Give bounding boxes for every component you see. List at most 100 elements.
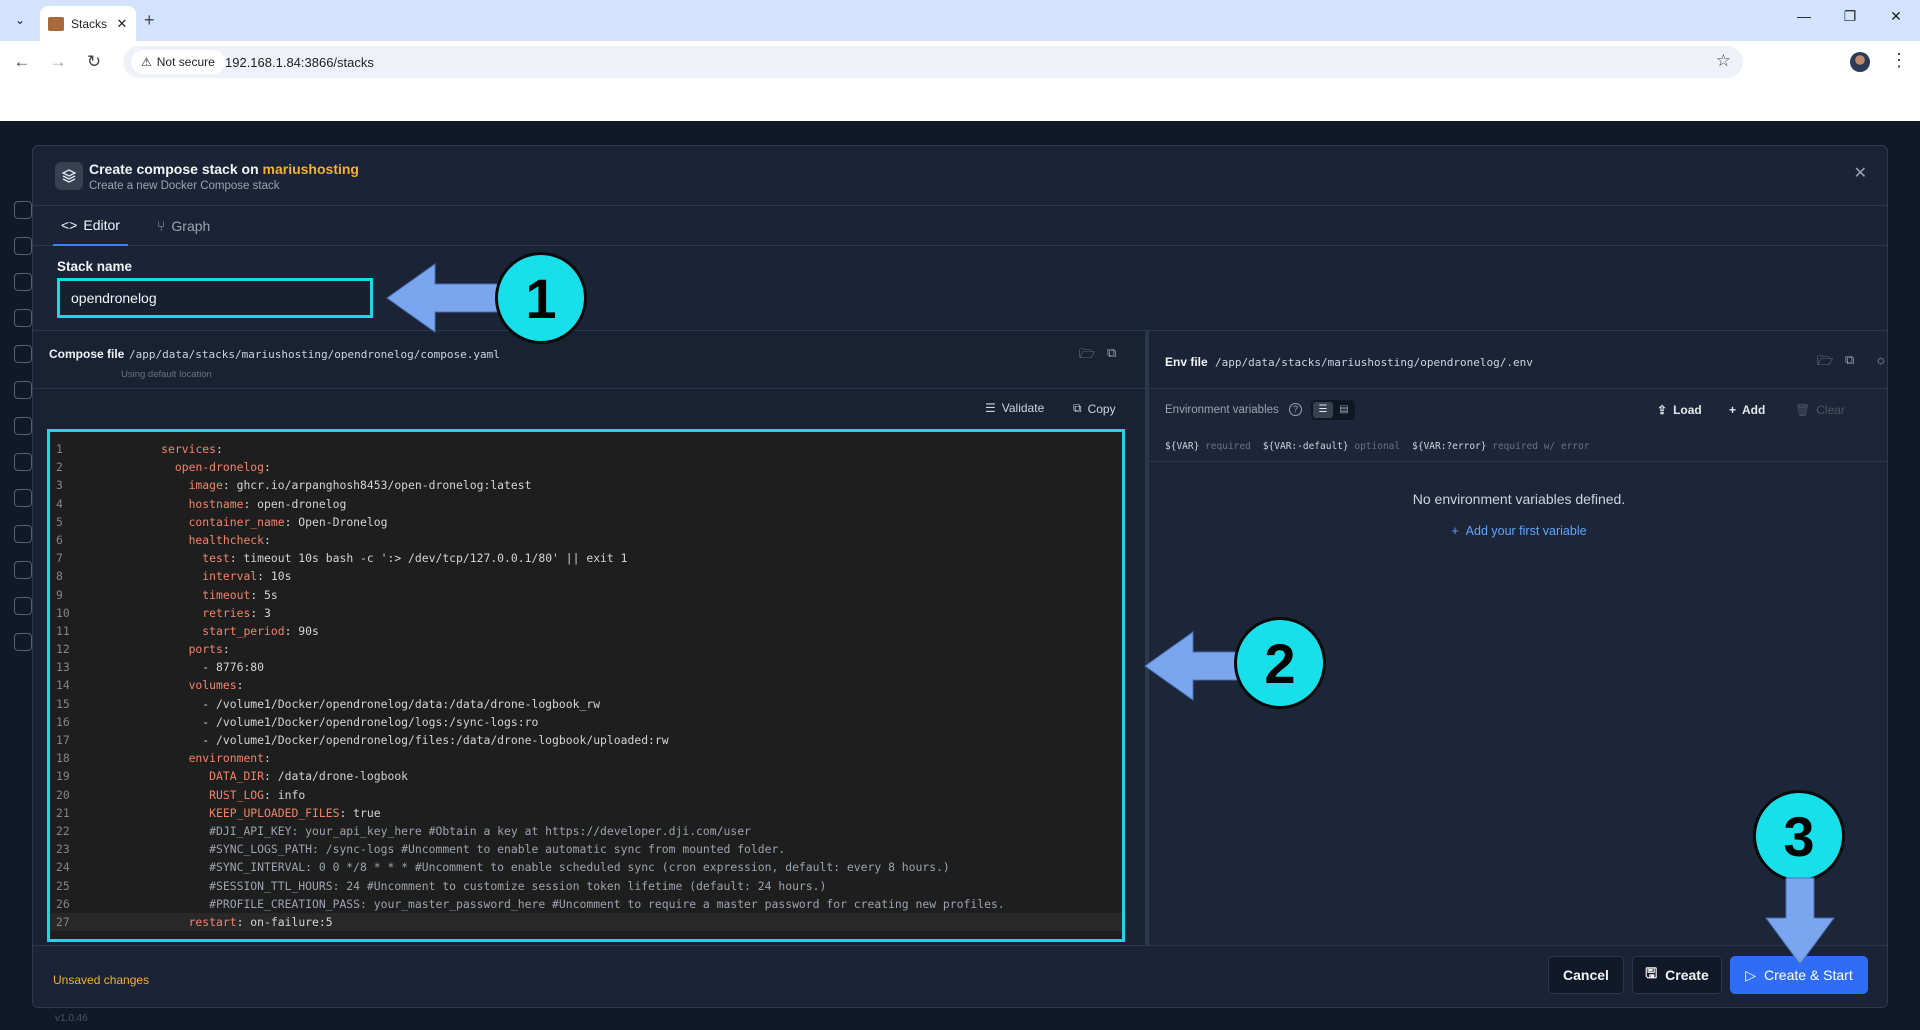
- code-line[interactable]: 5 container_name: Open-Dronelog: [50, 513, 1122, 531]
- reload-icon[interactable]: ↻: [82, 51, 106, 75]
- code-line[interactable]: 23 #SYNC_LOGS_PATH: /sync-logs #Uncommen…: [50, 840, 1122, 858]
- networks-icon[interactable]: [14, 453, 32, 471]
- code-line[interactable]: 14 volumes:: [50, 676, 1122, 694]
- line-text: - /volume1/Docker/opendronelog/files:/da…: [202, 733, 669, 747]
- code-line[interactable]: 24 #SYNC_INTERVAL: 0 0 */8 * * * #Uncomm…: [50, 858, 1122, 876]
- forward-arrow-icon[interactable]: →: [46, 51, 70, 75]
- activity-icon[interactable]: [14, 561, 32, 579]
- code-line[interactable]: 25 #SESSION_TTL_HOURS: 24 #Uncomment to …: [50, 877, 1122, 895]
- line-text: restart: on-failure:5: [188, 914, 333, 929]
- code-line[interactable]: 6 healthcheck:: [50, 531, 1122, 549]
- code-line[interactable]: 21 KEEP_UPLOADED_FILES: true: [50, 804, 1122, 822]
- clear-button[interactable]: 🗑 Clear: [1795, 403, 1845, 417]
- settings-icon[interactable]: ☼: [1875, 352, 1887, 367]
- stack-name-input[interactable]: opendronelog: [57, 278, 373, 318]
- copy-path-icon[interactable]: ⧉: [1107, 345, 1116, 361]
- profile-avatar[interactable]: [1850, 52, 1870, 72]
- code-line[interactable]: 18 environment:: [50, 749, 1122, 767]
- terminal-icon[interactable]: [14, 309, 32, 327]
- trash-icon: 🗑: [1795, 403, 1811, 417]
- help-icon[interactable]: ?: [1289, 403, 1302, 416]
- code-line[interactable]: 10 retries: 3: [50, 604, 1122, 622]
- line-number: 14: [56, 678, 70, 693]
- add-button[interactable]: + Add: [1729, 403, 1765, 417]
- not-secure-chip[interactable]: ⚠ Not secure: [131, 50, 225, 74]
- line-number: 10: [56, 605, 70, 620]
- code-line[interactable]: 4 hostname: open-dronelog: [50, 495, 1122, 513]
- create-button[interactable]: 🖫 Create: [1632, 956, 1722, 994]
- line-number: 18: [56, 751, 70, 766]
- code-line[interactable]: 27 restart: on-failure:5: [50, 912, 1122, 932]
- tab-editor[interactable]: <> Editor: [53, 206, 128, 246]
- env-file-path: /app/data/stacks/mariushosting/opendrone…: [1215, 356, 1533, 369]
- upload-icon: ⇪: [1657, 403, 1668, 417]
- line-number: 15: [56, 696, 70, 711]
- compose-code-editor[interactable]: 1 services: 2 open-dronelog: 3 image: ghcr…: [47, 429, 1125, 942]
- code-line[interactable]: 8 interval: 10s: [50, 567, 1122, 585]
- line-text: services:: [161, 442, 223, 456]
- file-view-icon[interactable]: ▤: [1335, 402, 1353, 418]
- code-line[interactable]: 1 services:: [50, 440, 1122, 458]
- line-number: 25: [56, 878, 70, 893]
- bookmark-star-icon[interactable]: ☆: [1716, 51, 1731, 71]
- code-line[interactable]: 7 test: timeout 10s bash -c ':> /dev/tcp…: [50, 549, 1122, 567]
- dashboard-icon[interactable]: [14, 201, 32, 219]
- line-text: test: timeout 10s bash -c ':> /dev/tcp/1…: [202, 551, 628, 566]
- modal-footer: Unsaved changes Cancel 🖫 Create ▷ Create…: [33, 945, 1887, 1007]
- timer-icon[interactable]: [14, 597, 32, 615]
- compose-file-header: Compose file /app/data/stacks/mariushost…: [33, 331, 1145, 389]
- validate-button[interactable]: ☰ Validate: [985, 401, 1044, 415]
- code-line[interactable]: 11 start_period: 90s: [50, 622, 1122, 640]
- code-line[interactable]: 20 RUST_LOG: info: [50, 786, 1122, 804]
- containers-icon[interactable]: [14, 237, 32, 255]
- code-line[interactable]: 12 ports:: [50, 640, 1122, 658]
- line-text: timeout: 5s: [202, 587, 278, 602]
- open-folder-icon[interactable]: 🗁: [1817, 352, 1833, 374]
- copy-button[interactable]: ⧉ Copy: [1073, 401, 1116, 416]
- line-number: 16: [56, 714, 70, 729]
- add-first-variable-link[interactable]: + Add your first variable: [1149, 524, 1887, 538]
- download-icon[interactable]: [14, 525, 32, 543]
- modal-close-icon[interactable]: ✕: [1854, 163, 1867, 183]
- code-line[interactable]: 22 #DJI_API_KEY: your_api_key_here #Obta…: [50, 822, 1122, 840]
- line-text: - /volume1/Docker/opendronelog/logs:/syn…: [202, 714, 539, 729]
- list-view-icon[interactable]: ☰: [1313, 402, 1333, 418]
- stacks-icon[interactable]: [14, 345, 32, 363]
- line-text: retries: 3: [202, 605, 271, 620]
- volumes-icon[interactable]: [14, 417, 32, 435]
- line-text: KEEP_UPLOADED_FILES: true: [209, 805, 381, 820]
- window-close-button[interactable]: ✕: [1884, 8, 1908, 25]
- copy-path-icon[interactable]: ⧉: [1845, 352, 1854, 368]
- code-line[interactable]: 2 open-dronelog:: [50, 458, 1122, 476]
- line-number: 2: [56, 460, 63, 475]
- omnibox[interactable]: ⚠ Not secure 192.168.1.84:3866/stacks ☆: [123, 46, 1743, 78]
- minimize-button[interactable]: —: [1792, 8, 1816, 24]
- line-text: #SESSION_TTL_HOURS: 24 #Uncomment to cus…: [209, 878, 827, 893]
- view-toggle[interactable]: ☰ ▤: [1311, 400, 1355, 420]
- browser-tab[interactable]: Stacks ✕: [40, 6, 136, 41]
- code-line[interactable]: 13 - 8776:80: [50, 658, 1122, 676]
- back-arrow-icon[interactable]: ←: [10, 51, 34, 75]
- logs-icon[interactable]: [14, 273, 32, 291]
- new-tab-button[interactable]: +: [144, 10, 155, 31]
- cancel-button[interactable]: Cancel: [1548, 956, 1624, 994]
- code-line[interactable]: 3 image: ghcr.io/arpanghosh8453/open-dro…: [50, 476, 1122, 494]
- code-line[interactable]: 9 timeout: 5s: [50, 586, 1122, 604]
- images-icon[interactable]: [14, 381, 32, 399]
- code-line[interactable]: 19 DATA_DIR: /data/drone-logbook: [50, 767, 1122, 785]
- tab-close-icon[interactable]: ✕: [114, 16, 130, 32]
- open-folder-icon[interactable]: 🗁: [1079, 345, 1095, 367]
- restore-button[interactable]: ❐: [1838, 8, 1862, 25]
- settings-gear-icon[interactable]: [14, 633, 32, 651]
- library-icon[interactable]: [14, 489, 32, 507]
- tab-search-chevron-icon[interactable]: ⌄: [8, 8, 32, 32]
- code-line[interactable]: 16 - /volume1/Docker/opendronelog/logs:/…: [50, 713, 1122, 731]
- line-text: open-dronelog:: [174, 460, 271, 475]
- code-line[interactable]: 17 - /volume1/Docker/opendronelog/files:…: [50, 731, 1122, 749]
- tab-graph[interactable]: ⑂ Graph: [149, 206, 218, 246]
- code-line[interactable]: 26 #PROFILE_CREATION_PASS: your_master_p…: [50, 895, 1122, 913]
- browser-menu-icon[interactable]: ⋮: [1890, 50, 1908, 71]
- url-text[interactable]: 192.168.1.84:3866/stacks: [225, 55, 374, 70]
- code-line[interactable]: 15 - /volume1/Docker/opendronelog/data:/…: [50, 695, 1122, 713]
- load-button[interactable]: ⇪ Load: [1657, 403, 1702, 417]
